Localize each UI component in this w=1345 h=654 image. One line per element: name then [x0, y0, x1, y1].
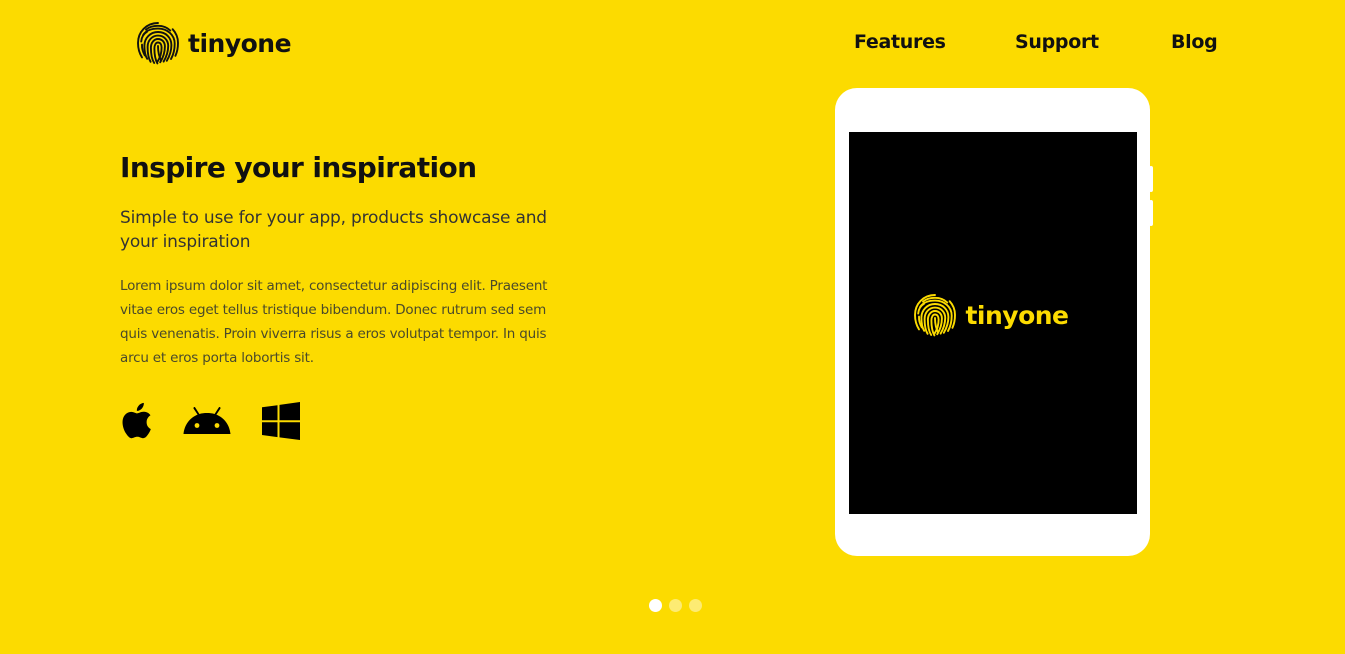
main-nav: Features Support Blog [0, 31, 1345, 57]
carousel-dot[interactable] [649, 599, 662, 612]
tablet-mockup: tinyone [835, 88, 1153, 556]
carousel-dot[interactable] [689, 599, 702, 612]
tablet-screen: tinyone [849, 132, 1137, 514]
screen-brand-name: tinyone [965, 300, 1069, 330]
nav-item-features[interactable]: Features [854, 31, 946, 53]
nav-item-blog[interactable]: Blog [1171, 31, 1218, 53]
apple-icon[interactable] [120, 402, 152, 440]
tablet-side-button [1149, 200, 1153, 226]
hero-title: Inspire your inspiration [120, 151, 477, 184]
android-icon[interactable] [183, 407, 231, 435]
fingerprint-icon [914, 294, 957, 337]
windows-icon[interactable] [262, 402, 300, 440]
carousel-dots [649, 599, 702, 612]
hero-body: Lorem ipsum dolor sit amet, consectetur … [120, 278, 548, 366]
platform-links [120, 402, 300, 440]
carousel-dot[interactable] [669, 599, 682, 612]
nav-item-support[interactable]: Support [1015, 31, 1099, 53]
hero-subtitle: Simple to use for your app, products sho… [120, 208, 547, 252]
tablet-side-button [1149, 166, 1153, 192]
screen-logo: tinyone [913, 293, 1069, 337]
hero-section: Inspire your inspiration Simple to use f… [120, 150, 570, 370]
